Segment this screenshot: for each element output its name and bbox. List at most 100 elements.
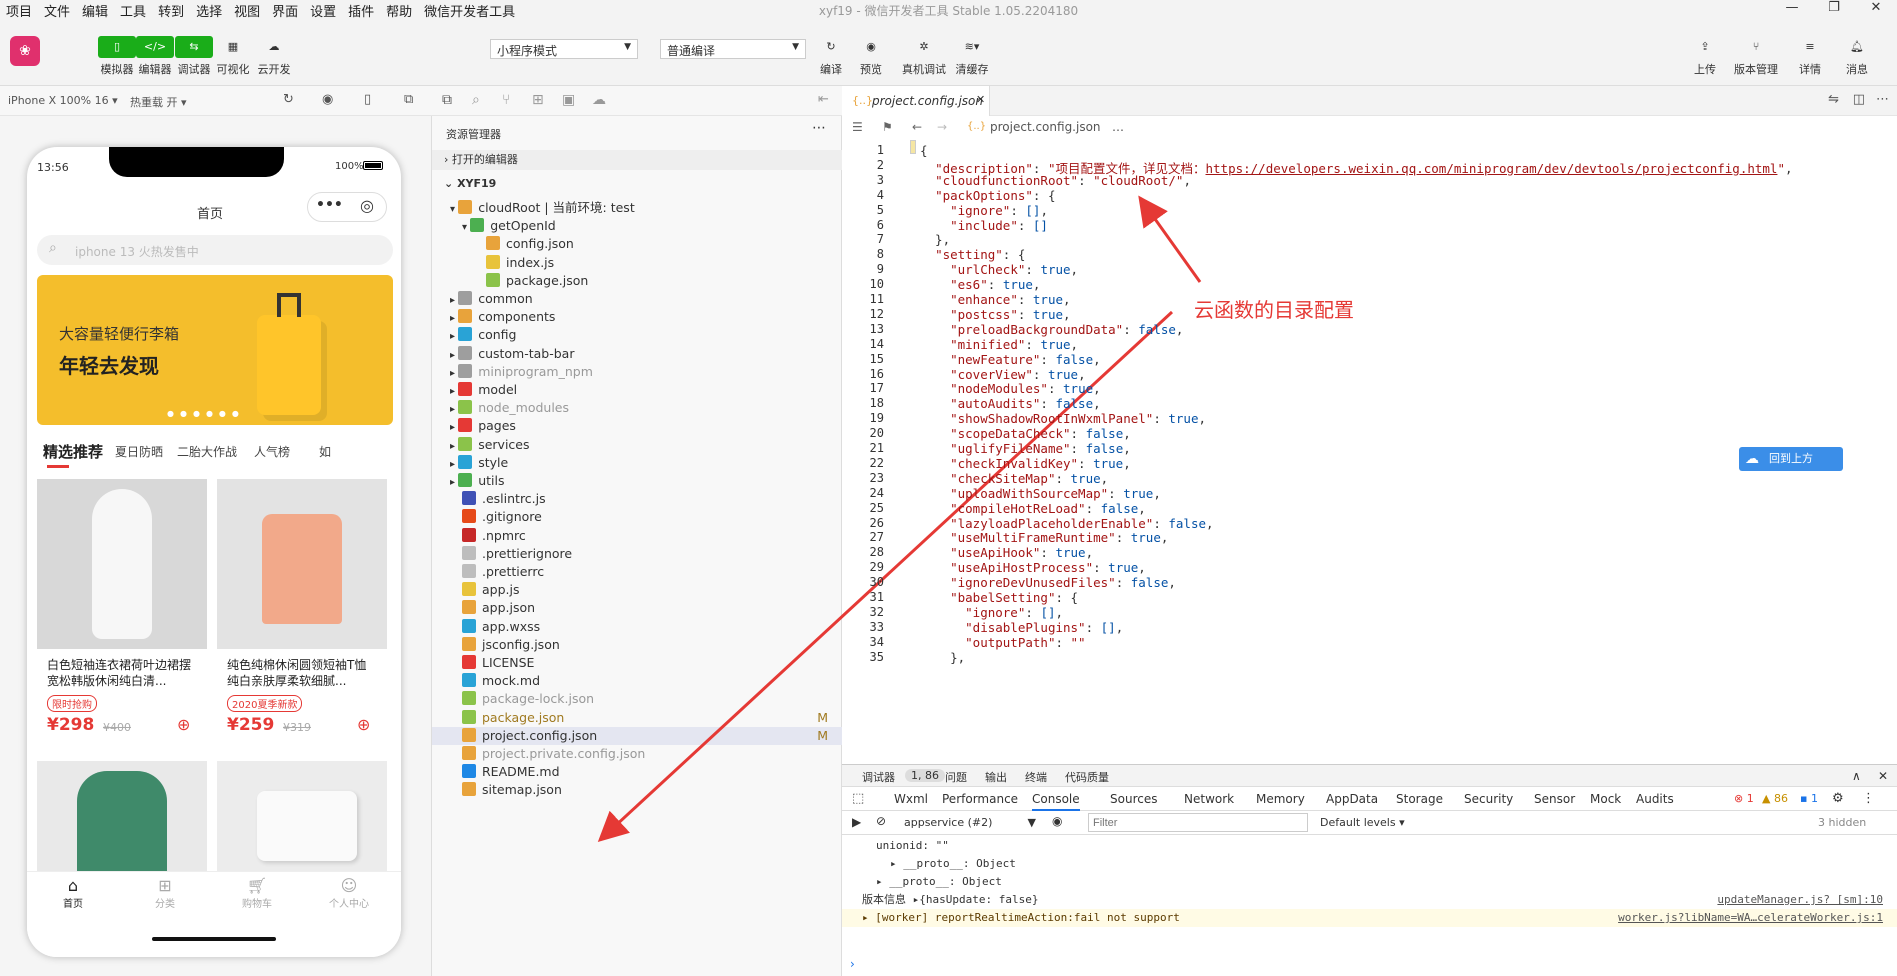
code-line[interactable]: "postcss": true, [920, 307, 1070, 322]
line-number: 3 [876, 172, 884, 187]
code-line[interactable]: "uglifyFileName": false, [920, 441, 1131, 456]
devtools-tab[interactable]: Mock [1590, 792, 1621, 806]
code-line[interactable]: "useApiHostProcess": true, [920, 560, 1146, 575]
devtools-top-tab[interactable]: 1, 86 [905, 769, 945, 782]
kebab-icon[interactable]: ⋮ [1862, 791, 1875, 806]
console-line[interactable]: ▸ __proto__: Object [842, 873, 1897, 891]
code-line[interactable]: }, [920, 232, 950, 247]
clear-icon[interactable]: ⊘ [876, 814, 886, 828]
devtools-tab[interactable]: Sources [1110, 792, 1157, 806]
devtools-tab[interactable]: Memory [1256, 792, 1305, 806]
hidden-count: 3 hidden [1818, 816, 1867, 829]
code-line[interactable]: "setting": { [920, 247, 1025, 262]
code-line[interactable]: "packOptions": { [920, 188, 1055, 203]
code-line[interactable]: "babelSetting": { [920, 590, 1078, 605]
prompt-icon[interactable]: › [850, 957, 855, 971]
devtools-top-tab[interactable]: 调试器 [862, 769, 895, 785]
info-count[interactable]: ▪ 1 [1800, 792, 1818, 805]
line-number: 30 [869, 575, 884, 590]
devtools-tab[interactable]: Performance [942, 792, 1018, 806]
line-number: 25 [869, 500, 884, 515]
console-line[interactable]: 版本信息 ▸{hasUpdate: false} updateManager.js… [842, 891, 1897, 909]
code-line[interactable]: "lazyloadPlaceholderEnable": false, [920, 516, 1213, 531]
line-number: 32 [869, 604, 884, 619]
devtools-top-tab[interactable]: 终端 [1025, 769, 1047, 785]
error-count[interactable]: ⊗ 1 [1734, 792, 1754, 805]
code-line[interactable]: "cloudfunctionRoot": "cloudRoot/", [920, 173, 1191, 188]
console-line[interactable]: ▸ __proto__: Object [842, 855, 1897, 873]
code-line[interactable]: "es6": true, [920, 277, 1040, 292]
devtools-tab[interactable]: Network [1184, 792, 1234, 806]
code-line[interactable]: }, [920, 650, 965, 665]
devtools-panel: 调试器 1, 86 问题 输出 终端 代码质量 ∧ ✕ Wxml Performance Co… [842, 764, 1897, 976]
code-line[interactable]: "disablePlugins": [], [920, 620, 1123, 635]
line-number: 10 [869, 277, 884, 292]
code-line[interactable]: "autoAudits": false, [920, 396, 1101, 411]
line-number: 23 [869, 470, 884, 485]
line-number: 13 [869, 321, 884, 336]
devtools-tab[interactable]: Security [1464, 792, 1513, 806]
code-line[interactable]: "uploadWithSourceMap": true, [920, 486, 1161, 501]
line-number: 27 [869, 530, 884, 545]
console-source-link[interactable]: worker.js?libName=WA…celerateWorker.js:1 [1618, 909, 1883, 927]
filter-input[interactable] [1088, 813, 1308, 832]
close-icon[interactable]: ✕ [1878, 769, 1888, 783]
line-number: 16 [869, 366, 884, 381]
code-line[interactable]: "compileHotReLoad": false, [920, 501, 1146, 516]
inspect-icon[interactable]: ⬚ [852, 791, 864, 806]
code-line[interactable]: "preloadBackgroundData": false, [920, 322, 1183, 337]
settings-icon[interactable]: ⚙ [1832, 791, 1844, 806]
line-number: 18 [869, 396, 884, 411]
code-line[interactable]: "enhance": true, [920, 292, 1070, 307]
floating-button[interactable]: ☁ 回到上方 [1739, 447, 1843, 471]
devtools-top-tab[interactable]: 问题 [945, 769, 967, 785]
code-line[interactable]: "checkInvalidKey": true, [920, 456, 1131, 471]
console-line[interactable]: ▸ [worker] reportRealtimeAction:fail not… [842, 909, 1897, 927]
console-line[interactable]: unionid: "" [842, 837, 1897, 855]
chevron-down-icon: ▼ [1027, 816, 1036, 829]
line-number: 5 [876, 202, 884, 217]
sidebar-icon[interactable]: ▶ [852, 815, 861, 829]
devtools-top-tab[interactable]: 代码质量 [1065, 769, 1109, 785]
code-line[interactable]: "useApiHook": true, [920, 545, 1093, 560]
line-number: 1 [876, 143, 884, 157]
levels-select[interactable]: Default levels ▾ [1320, 816, 1405, 829]
devtools-tab[interactable]: Storage [1396, 792, 1443, 806]
line-number: 28 [869, 545, 884, 560]
warning-count[interactable]: ▲ 86 [1762, 792, 1788, 805]
code-line[interactable]: { [920, 143, 928, 158]
code-line[interactable]: "minified": true, [920, 337, 1078, 352]
code-line[interactable]: "outputPath": "" [920, 635, 1085, 650]
collapse-icon[interactable]: ∧ [1852, 769, 1861, 783]
devtools-tab[interactable]: Console [1032, 792, 1080, 811]
cloud-icon: ☁ [1745, 451, 1759, 467]
code-line[interactable]: "newFeature": false, [920, 352, 1101, 367]
code-line[interactable]: "checkSiteMap": true, [920, 471, 1108, 486]
code-line[interactable]: "useMultiFrameRuntime": true, [920, 530, 1168, 545]
eye-icon[interactable]: ◉ [1052, 814, 1062, 828]
code-line[interactable]: "showShadowRootInWxmlPanel": true, [920, 411, 1206, 426]
code-line[interactable]: "ignoreDevUnusedFiles": false, [920, 575, 1176, 590]
devtools-top-tab[interactable]: 输出 [985, 769, 1007, 785]
code-line[interactable]: "ignore": [], [920, 203, 1048, 218]
line-number: 21 [869, 441, 884, 455]
line-number: 2 [876, 157, 884, 172]
code-line[interactable]: "include": [] [920, 218, 1048, 233]
console-source-link[interactable]: updateManager.js? [sm]:10 [1717, 891, 1883, 909]
devtools-tab[interactable]: AppData [1326, 792, 1378, 806]
line-number: 29 [869, 560, 884, 575]
line-number: 26 [869, 515, 884, 530]
code-line[interactable]: "scopeDataCheck": false, [920, 426, 1131, 441]
devtools-tab[interactable]: Sensor [1534, 792, 1575, 806]
console-toolbar: ▶ ⊘ appservice (#2)▼ ◉ Default levels ▾ … [842, 811, 1897, 835]
code-line[interactable]: "coverView": true, [920, 367, 1086, 382]
context-select[interactable]: appservice (#2) ▼ [900, 813, 1040, 832]
code-line[interactable]: "nodeModules": true, [920, 381, 1101, 396]
line-number: 33 [869, 619, 884, 634]
devtools-tab[interactable]: Wxml [894, 792, 928, 806]
devtools-tab[interactable]: Audits [1636, 792, 1674, 806]
code-line[interactable]: "ignore": [], [920, 605, 1063, 620]
line-number: 9 [876, 262, 884, 277]
line-number: 15 [869, 351, 884, 366]
code-line[interactable]: "urlCheck": true, [920, 262, 1078, 277]
